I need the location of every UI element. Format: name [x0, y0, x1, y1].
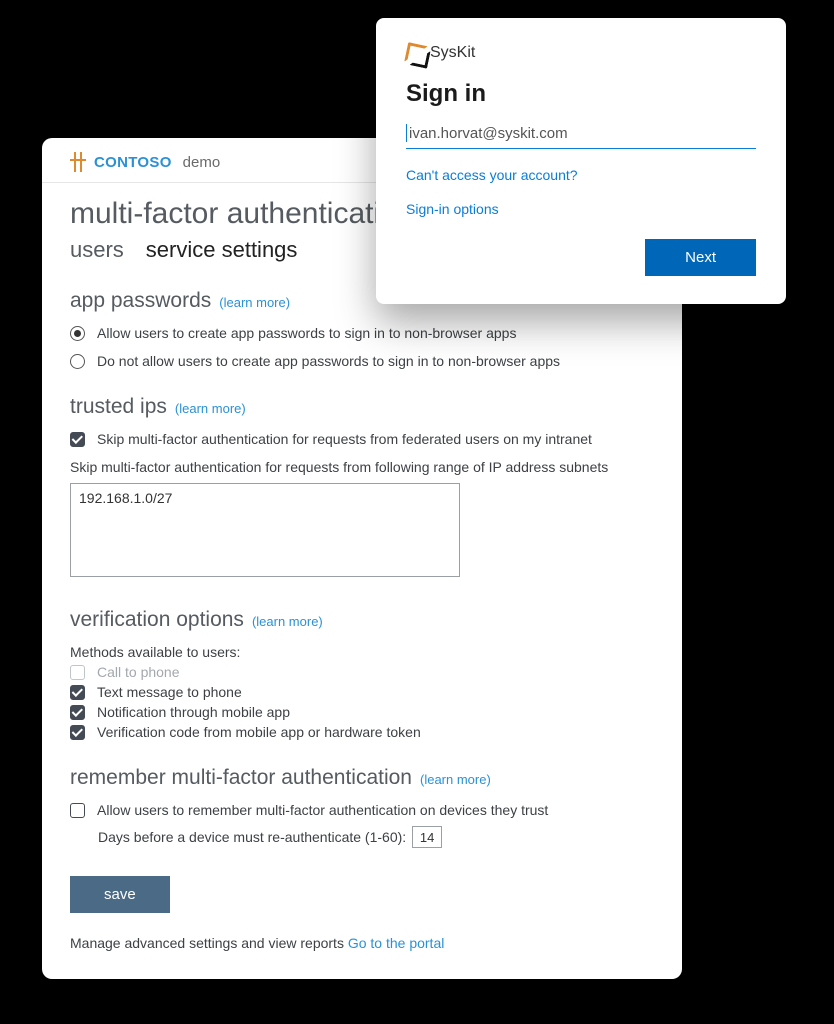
- section-title-text: trusted ips: [70, 395, 167, 419]
- radio-icon: [70, 326, 85, 341]
- days-label: Days before a device must re-authenticat…: [98, 829, 406, 845]
- learn-more-link[interactable]: (learn more): [252, 614, 323, 629]
- learn-more-link[interactable]: (learn more): [175, 401, 246, 416]
- syskit-logo: SysKit: [406, 44, 756, 62]
- subnet-label: Skip multi-factor authentication for req…: [70, 459, 654, 475]
- contoso-logo-icon: [70, 152, 86, 172]
- tab-service-settings[interactable]: service settings: [146, 237, 298, 263]
- methods-label: Methods available to users:: [70, 644, 654, 660]
- method-call-to-phone[interactable]: Call to phone: [70, 664, 654, 680]
- signin-heading: Sign in: [406, 80, 756, 108]
- radio-deny-app-passwords[interactable]: Do not allow users to create app passwor…: [70, 353, 654, 369]
- section-verification-options: verification options (learn more): [70, 608, 654, 632]
- checkbox-icon: [70, 705, 85, 720]
- tab-users[interactable]: users: [70, 237, 124, 263]
- method-verification-code[interactable]: Verification code from mobile app or har…: [70, 724, 654, 740]
- footer-line: Manage advanced settings and view report…: [70, 935, 654, 951]
- check-label: Allow users to remember multi-factor aut…: [97, 802, 548, 818]
- email-value: ivan.horvat@syskit.com: [409, 125, 568, 142]
- check-skip-federated[interactable]: Skip multi-factor authentication for req…: [70, 431, 654, 447]
- text-cursor-icon: [406, 124, 407, 142]
- radio-allow-app-passwords[interactable]: Allow users to create app passwords to s…: [70, 325, 654, 341]
- checkbox-icon: [70, 685, 85, 700]
- modal-actions: Next: [406, 239, 756, 276]
- next-button[interactable]: Next: [645, 239, 756, 276]
- section-title-text: verification options: [70, 608, 244, 632]
- method-label: Call to phone: [97, 664, 180, 680]
- radio-icon: [70, 354, 85, 369]
- section-trusted-ips: trusted ips (learn more): [70, 395, 654, 419]
- methods-list: Call to phone Text message to phone Noti…: [70, 664, 654, 740]
- signin-options-link[interactable]: Sign-in options: [406, 201, 756, 217]
- checkbox-icon: [70, 803, 85, 818]
- save-button[interactable]: save: [70, 876, 170, 913]
- method-text-message[interactable]: Text message to phone: [70, 684, 654, 700]
- signin-modal: SysKit Sign in ivan.horvat@syskit.com Ca…: [376, 18, 786, 304]
- method-label: Notification through mobile app: [97, 704, 290, 720]
- checkbox-icon: [70, 725, 85, 740]
- ip-subnets-input[interactable]: 192.168.1.0/27: [70, 483, 460, 577]
- portal-link[interactable]: Go to the portal: [348, 935, 445, 951]
- method-label: Verification code from mobile app or har…: [97, 724, 421, 740]
- section-remember-mfa: remember multi-factor authentication (le…: [70, 766, 654, 790]
- days-input[interactable]: [412, 826, 442, 848]
- syskit-brand-text: SysKit: [430, 44, 475, 62]
- days-row: Days before a device must re-authenticat…: [98, 826, 654, 848]
- email-input[interactable]: ivan.horvat@syskit.com: [406, 120, 756, 149]
- method-label: Text message to phone: [97, 684, 242, 700]
- section-title-text: app passwords: [70, 289, 211, 313]
- checkbox-icon: [70, 432, 85, 447]
- learn-more-link[interactable]: (learn more): [219, 295, 290, 310]
- footer-text: Manage advanced settings and view report…: [70, 935, 348, 951]
- brand-name-light: demo: [183, 154, 221, 171]
- syskit-logo-icon: [406, 44, 424, 62]
- learn-more-link[interactable]: (learn more): [420, 772, 491, 787]
- check-remember-mfa[interactable]: Allow users to remember multi-factor aut…: [70, 802, 654, 818]
- brand-name-strong: CONTOSO: [94, 154, 172, 171]
- checkbox-icon: [70, 665, 85, 680]
- method-notification-app[interactable]: Notification through mobile app: [70, 704, 654, 720]
- radio-label: Allow users to create app passwords to s…: [97, 325, 516, 341]
- check-label: Skip multi-factor authentication for req…: [97, 431, 592, 447]
- section-title-text: remember multi-factor authentication: [70, 766, 412, 790]
- radio-label: Do not allow users to create app passwor…: [97, 353, 560, 369]
- cant-access-account-link[interactable]: Can't access your account?: [406, 167, 756, 183]
